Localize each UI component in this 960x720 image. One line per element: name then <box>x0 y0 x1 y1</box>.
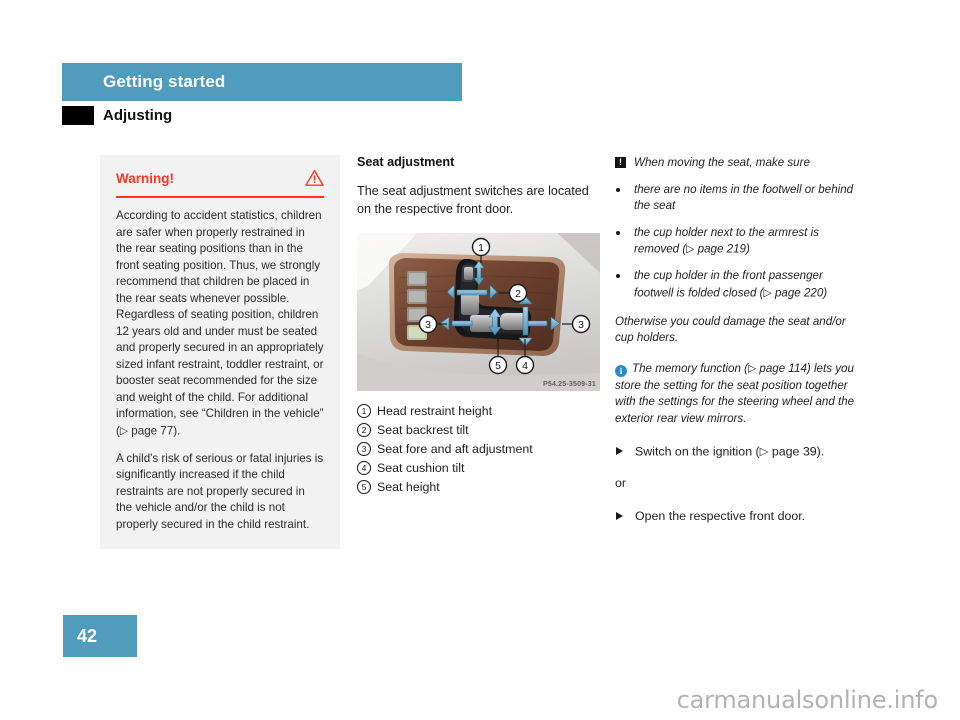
chapter-header-band: Getting started <box>62 63 462 101</box>
legend-item: 5 Seat height <box>357 478 597 497</box>
caution-bullet: the cup holder in the front passenger fo… <box>615 268 860 302</box>
warning-paragraph-2: A child's risk of serious or fatal injur… <box>116 451 324 531</box>
legend-label: Seat backrest tilt <box>377 423 469 437</box>
left-column: Warning! According to accident statistic… <box>100 155 340 549</box>
svg-text:2: 2 <box>515 288 521 300</box>
legend-number-icon: 1 <box>357 404 371 418</box>
legend-item: 2 Seat backrest tilt <box>357 421 597 440</box>
warning-paragraph-1: According to accident statistics, childr… <box>116 209 324 437</box>
caution-lead-text: When moving the seat, make sure <box>634 156 810 169</box>
legend-number-icon: 3 <box>357 442 371 456</box>
legend-label: Seat fore and aft adjustment <box>377 442 533 456</box>
step-switch-ignition: Switch on the ignition (▷ page 39). <box>615 442 860 461</box>
legend-item: 1 Head restraint height <box>357 402 597 421</box>
legend-label: Head restraint height <box>377 404 493 418</box>
page-number: 42 <box>77 626 98 646</box>
svg-text:3: 3 <box>578 319 584 331</box>
section-marker-square <box>62 106 94 125</box>
step-open-front-door: Open the respective front door. <box>615 507 860 525</box>
svg-text:1: 1 <box>478 242 484 254</box>
svg-text:5: 5 <box>495 360 501 372</box>
caution-lead-row: ! When moving the seat, make sure <box>615 155 860 172</box>
caution-note: ! When moving the seat, make sure there … <box>615 155 860 347</box>
warning-header: Warning! <box>116 169 324 187</box>
chapter-title: Getting started <box>103 72 226 91</box>
svg-text:3: 3 <box>425 319 431 331</box>
seat-adjustment-figure: 1 2 3 3 4 5 P54.25-3509-31 <box>357 233 600 391</box>
caution-bullet: there are no items in the footwell or be… <box>615 182 860 215</box>
memory-info-note: i The memory function (▷ page 114) lets y… <box>615 361 860 428</box>
right-column: ! When moving the seat, make sure there … <box>615 155 860 525</box>
legend-label: Seat height <box>377 480 440 494</box>
warning-title: Warning! <box>116 171 174 186</box>
svg-text:4: 4 <box>522 360 528 372</box>
page-number-badge: 42 <box>63 615 137 657</box>
legend-label: Seat cushion tilt <box>377 461 465 475</box>
legend-number-icon: 2 <box>357 423 371 437</box>
exclamation-box-icon: ! <box>615 157 626 168</box>
legend-number-icon: 5 <box>357 480 371 494</box>
info-circle-icon: i <box>615 365 627 377</box>
warning-triangle-icon <box>305 169 324 187</box>
legend-item: 3 Seat fore and aft adjustment <box>357 440 597 459</box>
legend-number-icon: 4 <box>357 461 371 475</box>
caution-tail-text: Otherwise you could damage the seat and/… <box>615 314 846 345</box>
seat-adjustment-intro: The seat adjustment switches are located… <box>357 184 589 216</box>
caution-bullet-list: there are no items in the footwell or be… <box>615 182 860 302</box>
figure-legend: 1 Head restraint height 2 Seat backrest … <box>357 402 597 497</box>
section-title: Adjusting <box>103 107 173 124</box>
figure-reference-code: P54.25-3509-31 <box>542 381 596 388</box>
memory-info-text: The memory function (▷ page 114) lets yo… <box>615 361 855 425</box>
warning-divider <box>116 196 324 198</box>
seat-adjustment-heading: Seat adjustment <box>357 155 455 169</box>
warning-box: Warning! According to accident statistic… <box>100 155 340 549</box>
site-watermark: carmanualsonline.info <box>676 686 939 714</box>
middle-column: Seat adjustment The seat adjustment swit… <box>357 155 600 497</box>
or-separator: or <box>615 475 627 490</box>
legend-item: 4 Seat cushion tilt <box>357 459 597 478</box>
caution-bullet: the cup holder next to the armrest is re… <box>615 225 860 259</box>
